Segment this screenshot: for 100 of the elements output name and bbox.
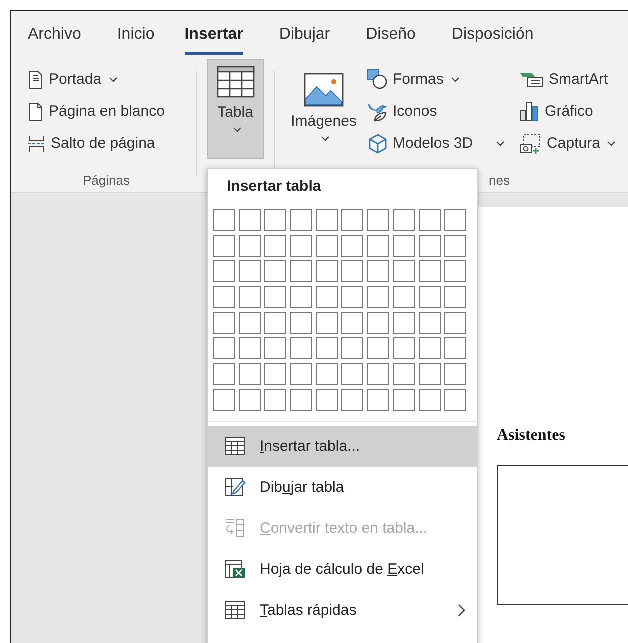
table-grid-cell[interactable] bbox=[290, 234, 312, 257]
menu-item[interactable]: Hoja de cálculo de Excel bbox=[208, 548, 477, 590]
table-grid-cell[interactable] bbox=[444, 337, 466, 360]
table-grid-cell[interactable] bbox=[392, 260, 415, 282]
ribbon-button[interactable]: Página en blanco bbox=[27, 99, 196, 124]
table-grid-cell[interactable] bbox=[392, 209, 415, 231]
table-grid-cell[interactable] bbox=[316, 209, 338, 231]
menu-item[interactable]: Tablas rápidas bbox=[208, 590, 477, 631]
table-grid-cell[interactable] bbox=[316, 337, 338, 360]
table-grid-cell[interactable] bbox=[367, 388, 390, 411]
table-grid-cell[interactable] bbox=[444, 312, 466, 334]
ribbon-button[interactable]: Salto de página bbox=[27, 131, 196, 156]
table-grid-cell[interactable] bbox=[418, 337, 440, 360]
ribbon-tab[interactable]: Archivo bbox=[28, 26, 82, 55]
ribbon-button[interactable]: Iconos bbox=[367, 99, 506, 124]
table-grid-cell[interactable] bbox=[418, 363, 440, 386]
table-grid-cell[interactable] bbox=[444, 234, 466, 257]
table-grid-cell[interactable] bbox=[213, 260, 235, 282]
table-grid-cell[interactable] bbox=[341, 312, 364, 334]
images-button[interactable]: Imágenes bbox=[287, 59, 361, 156]
table-grid-cell[interactable] bbox=[418, 234, 440, 257]
table-grid-cell[interactable] bbox=[341, 286, 364, 308]
ribbon-button[interactable]: Formas bbox=[367, 67, 506, 92]
table-grid-cell[interactable] bbox=[367, 234, 390, 257]
table-grid-cell[interactable] bbox=[316, 312, 338, 334]
table-grid-cell[interactable] bbox=[367, 363, 390, 386]
table-grid-cell[interactable] bbox=[290, 388, 312, 411]
table-grid-cell[interactable] bbox=[444, 209, 466, 231]
table-grid-cell[interactable] bbox=[341, 363, 364, 386]
table-grid-cell[interactable] bbox=[444, 388, 466, 411]
table-grid-cell[interactable] bbox=[316, 286, 338, 308]
table-grid-cell[interactable] bbox=[290, 286, 312, 308]
table-grid-cell[interactable] bbox=[444, 286, 466, 308]
table-grid-cell[interactable] bbox=[290, 312, 312, 334]
table-grid-cell[interactable] bbox=[418, 312, 440, 334]
table-grid-cell[interactable] bbox=[316, 388, 338, 411]
ribbon-tab[interactable]: Inicio bbox=[117, 26, 155, 55]
table-grid-cell[interactable] bbox=[238, 337, 261, 360]
table-grid-cell[interactable] bbox=[341, 234, 364, 257]
table-grid-cell[interactable] bbox=[213, 388, 235, 411]
ribbon-button[interactable]: Gráfico bbox=[519, 99, 616, 124]
table-grid-cell[interactable] bbox=[392, 286, 415, 308]
table-grid-cell[interactable] bbox=[238, 388, 261, 411]
table-grid-cell[interactable] bbox=[264, 363, 286, 386]
table-grid-cell[interactable] bbox=[418, 286, 440, 308]
table-grid-cell[interactable] bbox=[264, 388, 286, 411]
table-grid-cell[interactable] bbox=[418, 209, 440, 231]
table-grid-cell[interactable] bbox=[392, 388, 415, 411]
table-grid-cell[interactable] bbox=[213, 312, 235, 334]
table-grid-cell[interactable] bbox=[341, 337, 364, 360]
table-grid-cell[interactable] bbox=[238, 209, 261, 231]
ribbon-button[interactable]: Captura bbox=[519, 131, 616, 156]
table-grid-cell[interactable] bbox=[316, 234, 338, 257]
table-grid-cell[interactable] bbox=[238, 234, 261, 257]
table-grid-cell[interactable] bbox=[392, 363, 415, 386]
table-grid-cell[interactable] bbox=[367, 312, 390, 334]
ribbon-button[interactable]: Portada bbox=[27, 67, 196, 92]
ribbon-button[interactable]: SmartArt bbox=[519, 67, 616, 92]
table-grid-cell[interactable] bbox=[341, 209, 364, 231]
table-grid-cell[interactable] bbox=[238, 363, 261, 386]
table-grid-cell[interactable] bbox=[367, 286, 390, 308]
ribbon-button[interactable]: Modelos 3D bbox=[367, 131, 506, 156]
table-grid-cell[interactable] bbox=[316, 363, 338, 386]
ribbon-tab[interactable]: Insertar bbox=[184, 26, 244, 55]
table-grid-cell[interactable] bbox=[264, 286, 286, 308]
table-grid-cell[interactable] bbox=[444, 363, 466, 386]
table-grid-cell[interactable] bbox=[392, 312, 415, 334]
table-grid-cell[interactable] bbox=[238, 312, 261, 334]
table-grid-cell[interactable] bbox=[367, 337, 390, 360]
table-grid-cell[interactable] bbox=[238, 260, 261, 282]
table-grid-cell[interactable] bbox=[290, 260, 312, 282]
table-grid-cell[interactable] bbox=[238, 286, 261, 308]
table-grid-cell[interactable] bbox=[392, 234, 415, 257]
menu-item[interactable]: Insertar tabla... bbox=[208, 426, 477, 467]
table-grid-cell[interactable] bbox=[213, 363, 235, 386]
table-grid-cell[interactable] bbox=[444, 260, 466, 282]
table-grid-cell[interactable] bbox=[341, 388, 364, 411]
table-grid-cell[interactable] bbox=[264, 260, 286, 282]
table-grid-cell[interactable] bbox=[264, 337, 286, 360]
table-grid-cell[interactable] bbox=[316, 260, 338, 282]
table-grid-cell[interactable] bbox=[264, 234, 286, 257]
table-grid-cell[interactable] bbox=[418, 260, 440, 282]
ribbon-tab[interactable]: Disposición bbox=[452, 26, 534, 55]
table-grid-cell[interactable] bbox=[367, 209, 390, 231]
table-grid-cell[interactable] bbox=[264, 312, 286, 334]
table-grid-cell[interactable] bbox=[264, 209, 286, 231]
table-grid-cell[interactable] bbox=[213, 209, 235, 231]
ribbon-tab[interactable]: Dibujar bbox=[279, 26, 330, 55]
table-button[interactable]: Tabla bbox=[207, 59, 264, 159]
table-grid-cell[interactable] bbox=[290, 363, 312, 386]
menu-item[interactable]: Dibujar tabla bbox=[208, 466, 477, 508]
table-grid-cell[interactable] bbox=[213, 286, 235, 308]
table-grid-cell[interactable] bbox=[418, 388, 440, 411]
table-grid-cell[interactable] bbox=[290, 337, 312, 360]
table-grid-cell[interactable] bbox=[213, 337, 235, 360]
table-grid-cell[interactable] bbox=[290, 209, 312, 231]
table-grid-cell[interactable] bbox=[392, 337, 415, 360]
table-grid-cell[interactable] bbox=[367, 260, 390, 282]
table-grid-cell[interactable] bbox=[213, 234, 235, 257]
table-grid-cell[interactable] bbox=[341, 260, 364, 282]
